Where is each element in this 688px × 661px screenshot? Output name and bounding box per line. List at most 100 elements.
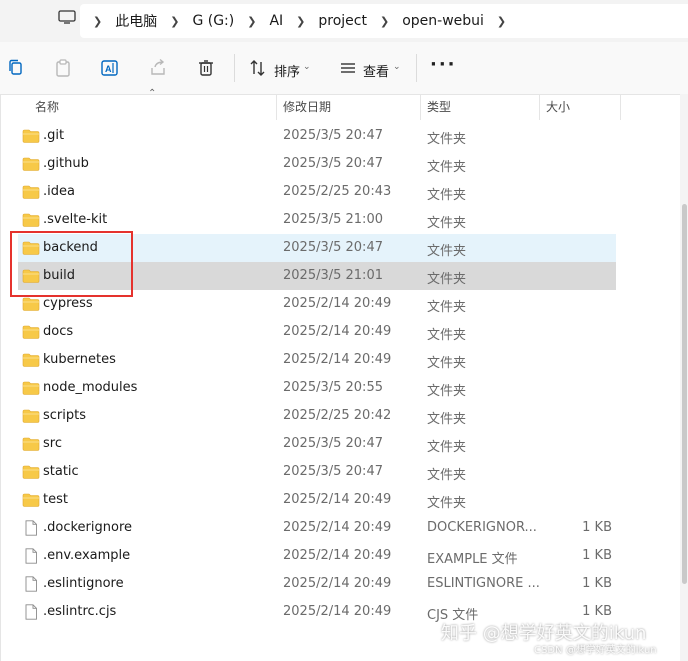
breadcrumb-item-this-pc[interactable]: 此电脑 <box>115 11 157 31</box>
file-icon <box>25 576 37 592</box>
folder-icon <box>22 129 40 143</box>
breadcrumb-item-ai[interactable]: AI <box>269 13 283 29</box>
column-header: ⌃ 名称 修改日期 类型 大小 <box>0 88 688 120</box>
sort-icon[interactable] <box>248 58 268 78</box>
column-header-size[interactable]: 大小 <box>546 98 570 115</box>
toolbar-divider <box>416 54 417 82</box>
file-date: 2025/3/5 20:47 <box>283 128 383 143</box>
folder-icon <box>22 493 40 507</box>
breadcrumb-item-project[interactable]: project <box>318 13 367 29</box>
file-row[interactable]: .dockerignore 2025/2/14 20:49 DOCKERIGNOR.… <box>18 514 616 542</box>
column-header-type[interactable]: 类型 <box>427 98 451 115</box>
column-header-date[interactable]: 修改日期 <box>283 98 331 115</box>
file-date: 2025/2/14 20:49 <box>283 352 392 367</box>
column-divider[interactable] <box>620 94 621 120</box>
breadcrumb[interactable]: ❯ 此电脑 ❯ G (G:) ❯ AI ❯ project ❯ open-web… <box>80 4 688 38</box>
chevron-right-icon[interactable]: ❯ <box>380 15 389 28</box>
file-name: cypress <box>43 296 93 311</box>
file-row[interactable]: node_modules 2025/3/5 20:55 文件夹 <box>18 374 616 402</box>
column-divider[interactable] <box>539 94 540 120</box>
monitor-icon[interactable] <box>58 10 76 24</box>
chevron-right-icon[interactable]: ❯ <box>497 15 506 28</box>
pane-border <box>0 94 1 661</box>
folder-icon <box>22 465 40 479</box>
file-size: 1 KB <box>582 548 612 563</box>
command-bar: A 排序 ⌄ 查看 ⌄ ··· <box>0 42 688 95</box>
file-icon <box>25 604 37 620</box>
file-date: 2025/2/25 20:42 <box>283 408 392 423</box>
file-row[interactable]: .svelte-kit 2025/3/5 21:00 文件夹 <box>18 206 616 234</box>
file-date: 2025/2/14 20:49 <box>283 548 392 563</box>
file-name: .env.example <box>43 548 131 563</box>
file-name: node_modules <box>43 380 138 395</box>
chevron-right-icon[interactable]: ❯ <box>93 15 102 28</box>
file-name: .idea <box>43 184 75 199</box>
rename-icon[interactable]: A <box>100 58 120 78</box>
file-type: 文件夹 <box>427 300 467 315</box>
file-type: 文件夹 <box>427 244 467 259</box>
file-row[interactable]: .env.example 2025/2/14 20:49 EXAMPLE 文件 1 K… <box>18 542 616 570</box>
file-row[interactable]: .git 2025/3/5 20:47 文件夹 <box>18 122 616 150</box>
file-row[interactable]: .idea 2025/2/25 20:43 文件夹 <box>18 178 616 206</box>
file-type: 文件夹 <box>427 468 467 483</box>
breadcrumb-item-drive-g[interactable]: G (G:) <box>192 13 234 29</box>
file-row[interactable]: static 2025/3/5 20:47 文件夹 <box>18 458 616 486</box>
share-icon[interactable] <box>148 58 168 78</box>
file-date: 2025/2/25 20:43 <box>283 184 392 199</box>
chevron-down-icon[interactable]: ⌄ <box>303 62 311 72</box>
address-bar: ❯ 此电脑 ❯ G (G:) ❯ AI ❯ project ❯ open-web… <box>0 0 688 42</box>
file-name: .github <box>43 156 89 171</box>
folder-icon <box>22 213 40 227</box>
svg-text:A: A <box>105 64 112 74</box>
folder-icon <box>22 353 40 367</box>
file-name: kubernetes <box>43 352 116 367</box>
file-date: 2025/3/5 21:00 <box>283 212 383 227</box>
scrollbar-thumb[interactable] <box>682 204 687 584</box>
file-icon <box>25 520 37 536</box>
chevron-right-icon[interactable]: ❯ <box>170 15 179 28</box>
file-date: 2025/2/14 20:49 <box>283 492 392 507</box>
more-options-button[interactable]: ··· <box>430 54 457 75</box>
file-row[interactable]: .github 2025/3/5 20:47 文件夹 <box>18 150 616 178</box>
copy-icon[interactable] <box>6 58 26 78</box>
vertical-scrollbar[interactable] <box>680 94 688 661</box>
chevron-right-icon[interactable]: ❯ <box>296 15 305 28</box>
file-date: 2025/3/5 20:47 <box>283 240 383 255</box>
file-row[interactable]: test 2025/2/14 20:49 文件夹 <box>18 486 616 514</box>
chevron-down-icon[interactable]: ⌄ <box>393 62 401 72</box>
file-type: 文件夹 <box>427 132 467 147</box>
file-date: 2025/2/14 20:49 <box>283 296 392 311</box>
column-divider[interactable] <box>420 94 421 120</box>
file-icon <box>25 548 37 564</box>
sort-button[interactable]: 排序 <box>274 61 300 80</box>
view-icon[interactable] <box>338 58 358 78</box>
toolbar-divider <box>234 54 235 82</box>
column-divider[interactable] <box>276 94 277 120</box>
file-row[interactable]: scripts 2025/2/25 20:42 文件夹 <box>18 402 616 430</box>
file-type: 文件夹 <box>427 160 467 175</box>
folder-icon <box>22 185 40 199</box>
breadcrumb-item-open-webui[interactable]: open-webui <box>402 13 484 29</box>
file-size: 1 KB <box>582 604 612 619</box>
sort-ascending-icon: ⌃ <box>148 88 157 99</box>
file-row[interactable]: src 2025/3/5 20:47 文件夹 <box>18 430 616 458</box>
file-row[interactable]: .eslintignore 2025/2/14 20:49 ESLINTIGNORE… <box>18 570 616 598</box>
folder-icon <box>22 437 40 451</box>
file-type: 文件夹 <box>427 412 467 427</box>
file-name: docs <box>43 324 74 339</box>
file-row[interactable]: kubernetes 2025/2/14 20:49 文件夹 <box>18 346 616 374</box>
paste-icon[interactable] <box>53 58 73 78</box>
column-header-name[interactable]: 名称 <box>35 98 59 115</box>
file-type: 文件夹 <box>427 384 467 399</box>
file-row[interactable]: docs 2025/2/14 20:49 文件夹 <box>18 318 616 346</box>
file-size: 1 KB <box>582 520 612 535</box>
file-date: 2025/2/14 20:49 <box>283 576 392 591</box>
chevron-right-icon[interactable]: ❯ <box>247 15 256 28</box>
view-button[interactable]: 查看 <box>363 61 389 80</box>
file-name: .eslintrc.cjs <box>43 604 117 619</box>
watermark-sub: CSDN @想学好英文的ikun <box>534 645 657 656</box>
file-name: src <box>43 436 62 451</box>
file-type: 文件夹 <box>427 496 467 511</box>
file-date: 2025/3/5 20:55 <box>283 380 383 395</box>
trash-icon[interactable] <box>196 58 216 78</box>
